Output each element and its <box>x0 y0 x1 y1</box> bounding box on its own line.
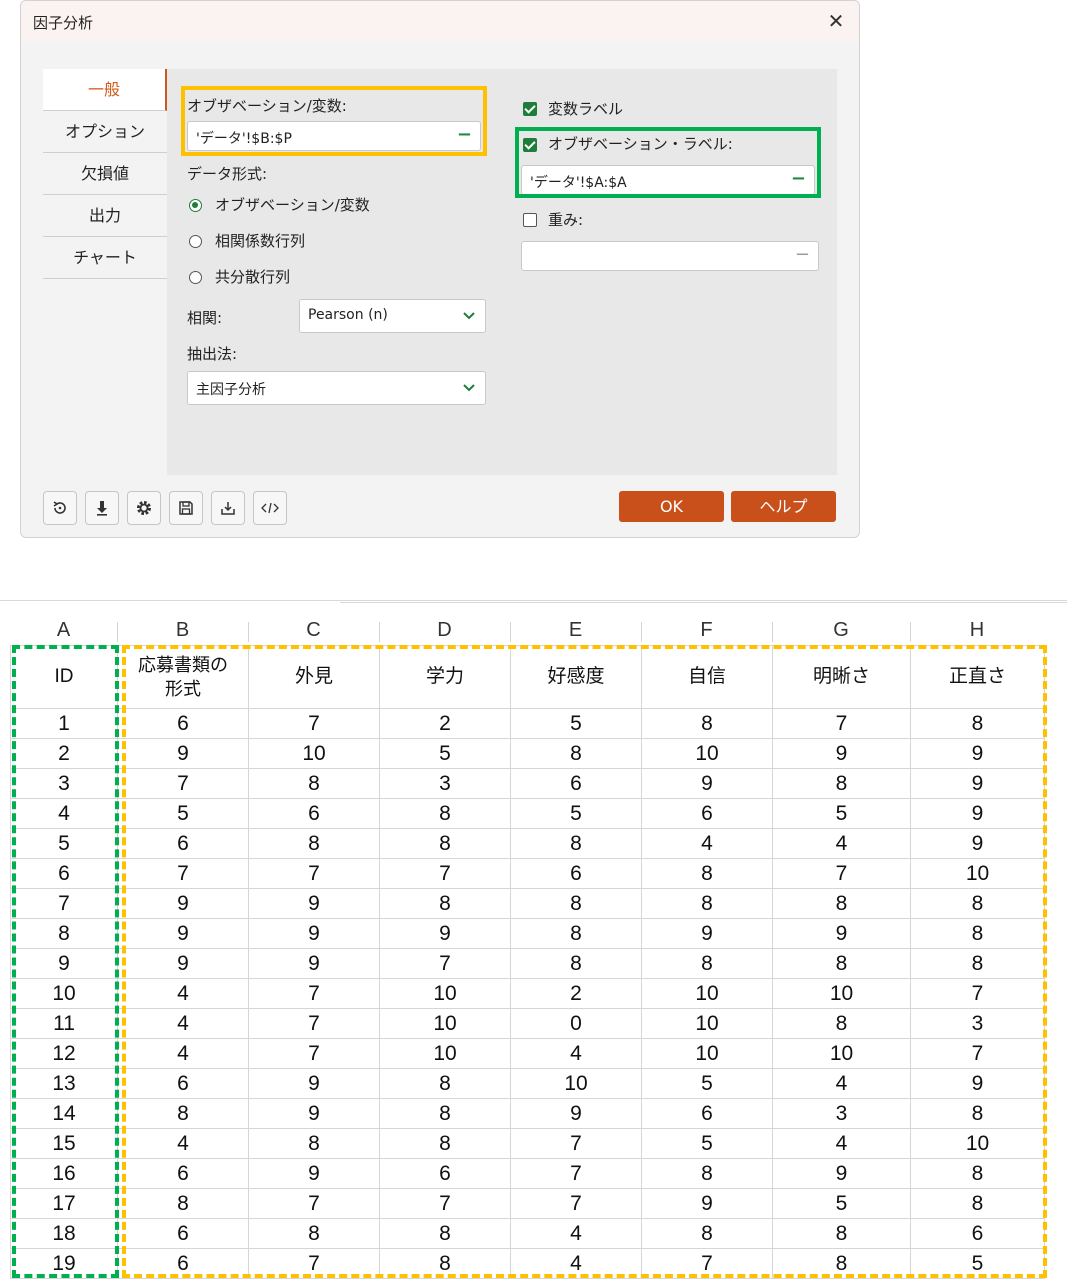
tab-list: 一般 オプション 欠損値 出力 チャート <box>43 69 167 279</box>
radio-correlation-matrix-label: 相関係数行列 <box>215 232 306 250</box>
correlation-label: 相関: <box>187 309 223 327</box>
observation-variables-selection <box>122 645 1047 1278</box>
dialog-title: 因子分析 <box>33 14 94 32</box>
download-icon <box>97 501 107 516</box>
load-button[interactable] <box>211 491 245 525</box>
tab-output[interactable]: 出力 <box>43 195 167 237</box>
column-header-f[interactable]: F <box>641 617 772 643</box>
column-separator <box>379 622 380 642</box>
radio-covariance-matrix-label: 共分散行列 <box>215 268 291 286</box>
title-bar[interactable]: 因子分析 ✕ <box>21 1 859 41</box>
radio-correlation-matrix[interactable] <box>189 235 202 248</box>
radio-covariance-matrix[interactable] <box>189 271 202 284</box>
extraction-select[interactable]: 主因子分析 <box>187 371 486 405</box>
minus-icon[interactable]: − <box>795 244 810 265</box>
extraction-select-value: 主因子分析 <box>196 382 266 398</box>
tab-charts[interactable]: チャート <box>43 237 167 279</box>
sheet-divider <box>340 602 1067 603</box>
column-separator <box>772 622 773 642</box>
save-icon <box>179 501 193 515</box>
reset-button[interactable] <box>43 491 77 525</box>
reset-icon <box>53 501 66 514</box>
close-icon[interactable]: ✕ <box>823 8 849 34</box>
load-icon <box>221 502 235 515</box>
obs-var-highlight <box>181 86 487 156</box>
tab-options[interactable]: オプション <box>43 111 167 153</box>
obs-labels-highlight <box>515 127 821 198</box>
save-button[interactable] <box>169 491 203 525</box>
extraction-label: 抽出法: <box>187 345 238 363</box>
gear-icon <box>137 501 151 515</box>
chevron-down-icon <box>463 312 475 320</box>
column-separator <box>117 622 118 642</box>
settings-button[interactable] <box>127 491 161 525</box>
tab-missing-values[interactable]: 欠損値 <box>43 153 167 195</box>
column-separator <box>248 622 249 642</box>
help-button[interactable]: ヘルプ <box>731 491 836 522</box>
column-header-b[interactable]: B <box>117 617 248 643</box>
chevron-down-icon <box>463 384 475 392</box>
correlation-select[interactable]: Pearson (n) <box>299 299 486 333</box>
column-header-e[interactable]: E <box>510 617 641 643</box>
sheet-divider <box>0 600 1067 601</box>
column-separator <box>510 622 511 642</box>
radio-obs-var-label: オブザベーション/変数 <box>215 196 370 214</box>
column-header-a[interactable]: A <box>10 617 117 643</box>
factor-analysis-dialog: 因子分析 ✕ 一般 オプション 欠損値 出力 チャート オブザベーション/変数:… <box>20 0 860 538</box>
data-format-label: データ形式: <box>187 165 268 183</box>
column-separator <box>641 622 642 642</box>
download-button[interactable] <box>85 491 119 525</box>
column-header-h[interactable]: H <box>910 617 1044 643</box>
code-icon <box>261 502 279 514</box>
column-header-d[interactable]: D <box>379 617 510 643</box>
code-button[interactable] <box>253 491 287 525</box>
tab-general[interactable]: 一般 <box>43 69 167 111</box>
observation-labels-selection <box>12 645 119 1278</box>
weights-checkbox[interactable] <box>523 213 537 227</box>
var-labels-checkbox[interactable] <box>523 102 537 116</box>
correlation-select-value: Pearson (n) <box>308 307 388 323</box>
weights-range-input[interactable]: − <box>521 241 819 271</box>
var-labels-label: 変数ラベル <box>548 100 624 118</box>
radio-obs-var[interactable] <box>189 199 202 212</box>
column-separator <box>910 622 911 642</box>
column-header-g[interactable]: G <box>772 617 910 643</box>
weights-label: 重み: <box>548 211 584 229</box>
ok-button[interactable]: OK <box>619 491 724 522</box>
column-header-c[interactable]: C <box>248 617 379 643</box>
